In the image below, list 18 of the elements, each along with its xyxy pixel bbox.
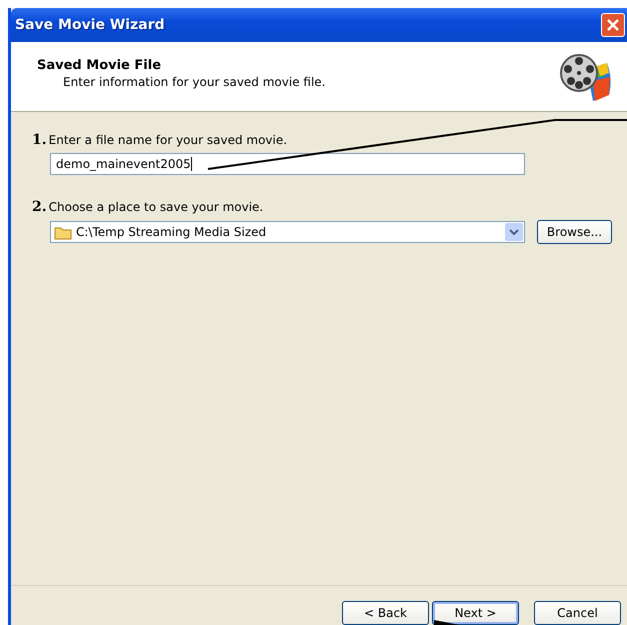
field-label: Choose a place to save your movie. — [48, 200, 264, 214]
folder-dropdown[interactable]: C:\Temp Streaming Media Sized — [50, 221, 525, 243]
step-number: 2. — [32, 199, 47, 215]
field-label: Enter a file name for your saved movie. — [48, 133, 288, 147]
file-name-field[interactable]: demo_mainevent2005 — [50, 153, 525, 175]
page-subtitle: Enter information for your saved movie file. — [62, 75, 326, 89]
close-icon — [606, 18, 620, 32]
browse-button[interactable]: Browse... — [537, 220, 612, 244]
close-button[interactable] — [601, 13, 625, 37]
wizard-button[interactable]: Next > — [432, 601, 519, 625]
wizard-button[interactable]: Cancel — [534, 601, 621, 625]
field-value: demo_mainevent2005 — [56, 157, 191, 171]
leader-line — [434, 620, 460, 625]
window-title: Save Movie Wizard — [15, 17, 166, 33]
wizard-button[interactable]: < Back — [342, 601, 429, 625]
folder-icon — [54, 224, 72, 240]
step-number: 1. — [32, 132, 47, 148]
page-title: Saved Movie File — [37, 58, 162, 73]
